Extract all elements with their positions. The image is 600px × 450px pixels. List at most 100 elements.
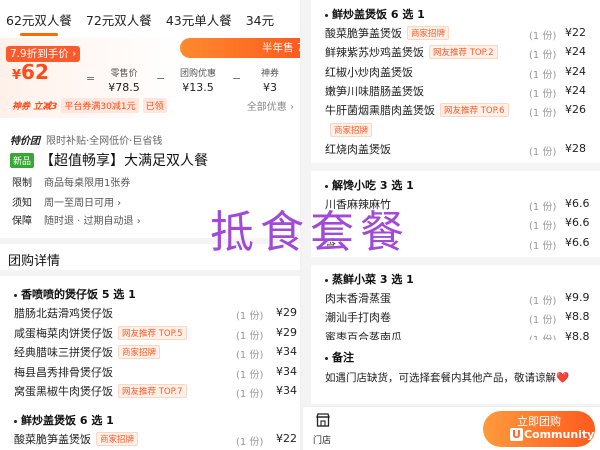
rule-value: 周一至周日可用 › <box>44 198 122 209</box>
menu-item-qty: (1 份) <box>529 240 557 252</box>
all-discounts-link[interactable]: 全部优惠 › <box>247 98 294 113</box>
menu-item-tag: 网友推荐 TOP.7 <box>118 384 187 399</box>
menu-item-qty: (1 份) <box>529 202 557 214</box>
final-price: ¥62 <box>12 60 49 84</box>
menu-item-qty: (1 份) <box>529 31 557 42</box>
rule-key: 须知 <box>12 198 32 209</box>
menu-item-name: 红椒小炒肉盖煲饭 <box>325 65 413 79</box>
menu-item-name: 红烧肉盖煲饭 <box>325 142 391 156</box>
menu-item[interactable]: 酸菜脆笋盖煲饭 商家招牌 <box>325 24 450 42</box>
menu-item-qty: (1 份) <box>236 330 264 342</box>
tab-34[interactable]: 34元 <box>246 8 274 29</box>
group-discount-label: 团购优惠 <box>179 69 216 79</box>
menu-item[interactable]: 窝蛋黑椒牛肉煲仔饭 网友推荐 TOP.7 <box>14 382 187 400</box>
rule-guarantee[interactable]: 保障 随时退 · 过期自动退 › <box>12 212 141 227</box>
section-divider <box>0 270 300 276</box>
menu-item[interactable]: 肉末香滑蒸蛋 <box>325 289 391 307</box>
god-coupon-brand: 神券 立减3 <box>12 101 58 112</box>
menu-item-qty: (1 份) <box>529 88 557 100</box>
menu-item-qty: (1 份) <box>529 221 557 233</box>
minus-sign: − <box>156 72 166 85</box>
menu-item[interactable]: 红椒小炒肉盖煲饭 <box>325 63 413 81</box>
platform-coupon-chip[interactable]: 平台券满30减1元 <box>61 97 139 113</box>
store-label[interactable]: 门店 <box>313 433 331 446</box>
price-number: 62 <box>21 60 49 84</box>
menu-item[interactable]: 商家招牌 <box>325 121 373 139</box>
menu-item-name: 嫩笋川味腊肠盖煲饭 <box>325 84 424 98</box>
menu-item-price: ¥22 <box>565 26 586 39</box>
special-logo: 特价团 <box>10 136 40 147</box>
menu-item-price: ¥6.6 <box>565 197 590 211</box>
sales-banner: 半年售 75 <box>180 38 300 58</box>
rule-value: 随时退 · 过期自动退 › <box>44 216 141 227</box>
bullet-dot <box>325 184 328 188</box>
community-text: Community <box>523 428 595 441</box>
menu-item-price: ¥8.8 <box>565 310 590 324</box>
menu-item-price: ¥34 <box>276 345 297 359</box>
retail-price: 零售价 ¥78.5 <box>94 66 154 94</box>
god-coupon-label: 神券 <box>260 69 279 79</box>
menu-item-qty: (1 份) <box>236 369 264 381</box>
watermark-text: 抵食套餐 <box>210 207 410 258</box>
menu-item-name: 窝蛋黑椒牛肉煲仔饭 <box>14 385 113 399</box>
claimed-chip: 已领 <box>142 97 167 113</box>
tab-72-double[interactable]: 72元双人餐 <box>86 8 152 29</box>
menu-item-price: ¥22 <box>276 432 297 445</box>
rule-limit: 限制 商品每桌限用1张券 <box>12 174 130 189</box>
community-logo: U Community <box>510 428 594 441</box>
menu-item-price: ¥6.6 <box>565 235 590 249</box>
menu-item-qty: (1 份) <box>529 50 557 62</box>
menu-item-qty: (1 份) <box>529 108 557 120</box>
note-card: 备注 如遇门店缺货，可选择套餐内其他产品，敬请谅解❤️ <box>311 340 600 404</box>
store-icon[interactable] <box>315 412 331 428</box>
menu-item-price: ¥34 <box>276 364 297 378</box>
rule-value: 商品每桌限用1张券 <box>44 178 131 189</box>
menu-group-title: 解馋小吃 3 选 1 <box>332 179 414 193</box>
menu-item-name: 酸菜脆笋盖煲饭 <box>325 27 402 40</box>
menu-item-name: 腊肠北菇滑鸡煲仔饭 <box>14 307 113 320</box>
menu-group-head: 鲜炒盖煲饭 6 选 1 <box>14 412 114 428</box>
menu-item-price: ¥24 <box>565 64 586 78</box>
menu-item[interactable]: 红烧肉盖煲饭 <box>325 140 391 158</box>
new-badge: 新品 <box>10 152 35 168</box>
currency-symbol: ¥ <box>12 68 22 83</box>
bullet-dot <box>325 13 328 17</box>
menu-item[interactable]: 经典腊味三拼煲仔饭 商家招牌 <box>14 343 161 361</box>
menu-item-tag: 商家招牌 <box>118 345 161 360</box>
bullet-dot <box>325 278 328 282</box>
menu-item[interactable]: 咸蛋梅菜肉饼煲仔饭 网友推荐 TOP.5 <box>14 324 187 342</box>
rule-notice[interactable]: 须知 周一至周日可用 › <box>12 194 121 209</box>
deal-title: 【超值畅享】大满足双人餐 <box>40 153 209 169</box>
menu-item-qty: (1 份) <box>236 437 264 448</box>
package-tabs: 62元双人餐 72元双人餐 43元单人餐 34元 <box>0 0 300 36</box>
retail-price-value: ¥78.5 <box>108 81 140 94</box>
menu-item-name: 肉末香滑蒸蛋 <box>325 292 391 305</box>
special-slogan: 限时补贴·全网低价·巨省钱 <box>46 136 163 147</box>
god-coupon: 神券 ¥3 <box>240 66 300 94</box>
menu-item-qty: (1 份) <box>529 296 557 307</box>
menu-item[interactable]: 牛肝菌烟熏腊肉盖煲饭 网友推荐 TOP.6 <box>325 101 509 119</box>
tab-62-double[interactable]: 62元双人餐 <box>6 8 72 36</box>
menu-item-name: 鲜辣紫苏炒鸡盖煲饭 <box>325 46 424 60</box>
menu-item-qty: (1 份) <box>529 69 557 81</box>
god-coupon-value: ¥3 <box>263 81 277 94</box>
menu-item-price: ¥29 <box>276 306 297 319</box>
menu-group-title: 鲜炒盖煲饭 6 选 1 <box>332 8 425 21</box>
menu-item[interactable]: 潮汕手打肉卷 <box>325 308 391 326</box>
menu-item[interactable]: 鲜辣紫苏炒鸡盖煲饭 网友推荐 TOP.2 <box>325 43 498 61</box>
special-header: 特价团 限时补贴·全网低价·巨省钱 <box>10 132 162 147</box>
menu-item[interactable]: 嫩笋川味腊肠盖煲饭 <box>325 82 424 100</box>
menu-group-title: 香喷喷的煲仔饭 5 选 1 <box>21 288 136 301</box>
tab-43-single[interactable]: 43元单人餐 <box>166 8 232 29</box>
menu-item-qty: (1 份) <box>529 315 557 327</box>
menu-item[interactable]: 腊肠北菇滑鸡煲仔饭 <box>14 304 113 322</box>
bullet-dot <box>14 419 17 423</box>
menu-item[interactable]: 酸菜脆笋盖煲饭 商家招牌 <box>14 430 139 448</box>
menu-item[interactable]: 梅县昌秀排骨煲仔饭 <box>14 363 113 381</box>
menu-item-price: ¥29 <box>276 325 297 339</box>
group-discount-value: ¥13.5 <box>182 81 214 94</box>
menu-item-tag: 网友推荐 TOP.6 <box>440 103 509 118</box>
menu-item-price: ¥28 <box>565 141 586 155</box>
menu-group-title: 蒸鲜小菜 3 选 1 <box>332 273 414 286</box>
menu-item-tag: 网友推荐 TOP.2 <box>429 45 498 60</box>
